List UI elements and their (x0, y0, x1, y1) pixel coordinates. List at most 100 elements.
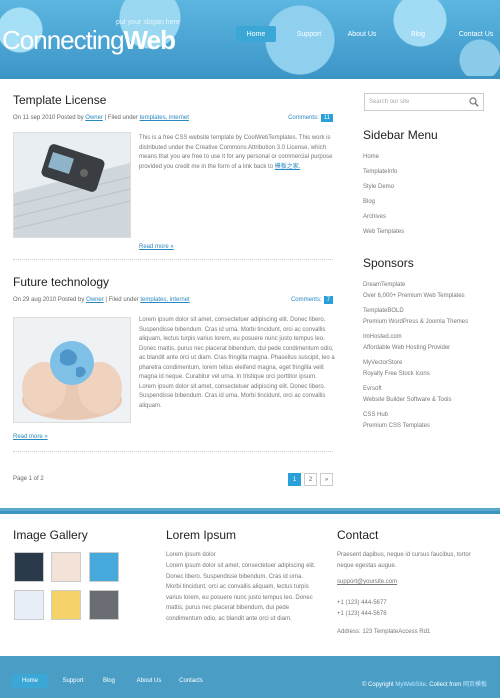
copyright: © Copyright MyWebSite. Collect from 网页模板 (362, 679, 487, 688)
sidebar-item-home[interactable]: Home (363, 154, 379, 160)
post-date: On 11 sep 2010 Posted by (13, 115, 84, 121)
copyright-label: © Copyright (361, 682, 394, 688)
logo-bold: Web (123, 25, 176, 55)
site-header: put your slogan here ConnectingWeb Home … (0, 0, 500, 76)
sidebar-item-blog[interactable]: Blog (363, 199, 375, 205)
sponsor-name[interactable]: Evrsoft (363, 386, 382, 392)
search-placeholder: Search our site (369, 99, 410, 105)
contact-text: Praesent dapibus, neque id cursus faucib… (337, 552, 471, 569)
comments-count-badge: 7 (323, 296, 333, 304)
sponsor-desc: Website Builder Software & Tools (363, 397, 452, 403)
post-title[interactable]: Future technology (13, 275, 333, 289)
comments-count-badge: 11 (320, 114, 333, 122)
page-buttons: 1 2 » (285, 473, 333, 486)
sponsor-name[interactable]: CSS Hub (363, 412, 388, 418)
post-comments[interactable]: Comments: 11 (288, 114, 333, 122)
sponsor-desc: Royalty Free Stock Icons (363, 371, 430, 377)
phone-laptop-image (13, 133, 131, 237)
sponsor-name[interactable]: DreamTemplate (363, 282, 405, 288)
sponsors-title: Sponsors (363, 256, 414, 270)
pagination: Page 1 of 2 1 2 » (13, 473, 333, 486)
post-tags-link[interactable]: templates, internet (140, 115, 189, 121)
read-more-link[interactable]: Read more » (139, 244, 174, 250)
gallery-thumb[interactable] (89, 552, 119, 582)
sidebar-item-archives[interactable]: Archives (363, 214, 386, 220)
post-meta: On 11 sep 2010 Posted by Owner | Filed u… (13, 114, 333, 125)
nav-about-us[interactable]: About Us (335, 26, 389, 42)
bottom-section: Image Gallery Lorem Ipsum Lorem ipsum do… (0, 511, 500, 656)
page-2-button[interactable]: 2 (304, 473, 317, 486)
gallery-thumb[interactable] (89, 590, 119, 620)
gallery-title: Image Gallery (13, 528, 88, 542)
sidebar-menu-title: Sidebar Menu (363, 128, 438, 142)
license-link[interactable]: 模板之家. (275, 164, 301, 170)
lorem-text: Lorem ipsum dolor sit amet, consectetuer… (166, 563, 316, 622)
post: Future technology On 29 aug 2010 Posted … (13, 275, 333, 307)
sidebar-item-style-demo[interactable]: Style Demo (363, 184, 394, 190)
lorem-title: Lorem Ipsum (166, 528, 237, 542)
post-date: On 29 aug 2010 Posted by (13, 297, 85, 303)
contact-phone-1: +1 (123) 444-5677 (337, 600, 387, 606)
post: Template License On 11 sep 2010 Posted b… (13, 93, 333, 125)
sponsor-desc: Premium CSS Templates (363, 423, 430, 429)
post-filed: Filed under (107, 115, 138, 121)
post-filed: Filed under (108, 297, 139, 303)
site-logo[interactable]: ConnectingWeb (2, 25, 176, 56)
collect-label: . Collect from (425, 682, 462, 688)
page-1-button[interactable]: 1 (288, 473, 301, 486)
footer-nav-about-us[interactable]: About Us (134, 674, 164, 688)
post-excerpt: Lorem ipsum dolor sit amet, consectetuer… (139, 317, 335, 409)
post-excerpt: This is a free CSS website template by C… (139, 134, 335, 172)
post-author-link[interactable]: Owner (86, 297, 104, 303)
next-page-button[interactable]: » (320, 473, 333, 486)
footer-nav-home[interactable]: Home (12, 674, 48, 688)
gallery-thumb[interactable] (14, 552, 44, 582)
collect-link[interactable]: 网页模板 (463, 682, 487, 688)
sponsor-name[interactable]: ImHosted.com (363, 334, 402, 340)
contact-title: Contact (337, 528, 379, 542)
post-title[interactable]: Template License (13, 93, 333, 107)
gallery-thumb[interactable] (51, 552, 81, 582)
post-comments[interactable]: Comments: 7 (291, 296, 333, 304)
post-tags-link[interactable]: templates, internet (140, 297, 189, 303)
sponsor-desc: Premium WordPress & Joomla Themes (363, 319, 469, 325)
contact-phone-2: +1 (123) 444-5678 (337, 611, 387, 617)
nav-home[interactable]: Home (236, 26, 276, 42)
sponsor-desc: Affordable Web Hosting Provider (363, 345, 451, 351)
sponsor-desc: Over 6,000+ Premium Web Templates (363, 293, 465, 299)
page-label: Page 1 of 2 (13, 476, 44, 482)
gallery-thumb[interactable] (14, 590, 44, 620)
post-divider (13, 451, 333, 452)
comments-label: Comments: (290, 297, 322, 303)
sponsor-name[interactable]: MyVectorStore (363, 360, 402, 366)
post-author-link[interactable]: Owner (85, 115, 103, 121)
globe-hands-image (14, 318, 130, 422)
read-more-link[interactable]: Read more » (13, 434, 48, 440)
sidebar-item-templateinfo[interactable]: TemplateInfo (363, 169, 397, 175)
contact-address: Address: 123 TemplateAccess Rd1 (337, 629, 431, 635)
logo-light: Connecting (2, 25, 125, 55)
lorem-subtitle: Lorem ipsum dolor (166, 552, 216, 558)
site-footer: Home Support Blog About Us Contacts © Co… (0, 656, 500, 698)
nav-support[interactable]: Support (287, 26, 331, 42)
main-nav: Home Support About Us Blog Contact Us (236, 26, 500, 42)
nav-contact-us[interactable]: Contact Us (449, 26, 500, 42)
search-icon[interactable] (469, 97, 479, 107)
sidebar-item-web-templates[interactable]: Web Templates (363, 229, 404, 235)
footer-nav-support[interactable]: Support (60, 674, 86, 688)
post-thumbnail-phone (13, 132, 131, 238)
main-content: Template License On 11 sep 2010 Posted b… (0, 76, 500, 508)
nav-blog[interactable]: Blog (391, 26, 445, 42)
footer-nav-blog[interactable]: Blog (102, 674, 116, 688)
contact-email-link[interactable]: support@yoursite.com (337, 577, 397, 588)
post-meta: On 29 aug 2010 Posted by Owner | Filed u… (13, 296, 333, 307)
sponsor-name[interactable]: TemplateBOLD (363, 308, 404, 314)
footer-nav-contacts[interactable]: Contacts (176, 674, 206, 688)
footer-nav: Home Support Blog About Us Contacts (12, 674, 206, 688)
comments-label: Comments: (288, 115, 319, 121)
post-excerpt-text: This is a free CSS website template by C… (139, 135, 333, 170)
site-link[interactable]: MyWebSite (395, 682, 426, 688)
post-divider (13, 259, 333, 260)
search-input[interactable]: Search our site (364, 93, 484, 111)
gallery-thumb[interactable] (51, 590, 81, 620)
